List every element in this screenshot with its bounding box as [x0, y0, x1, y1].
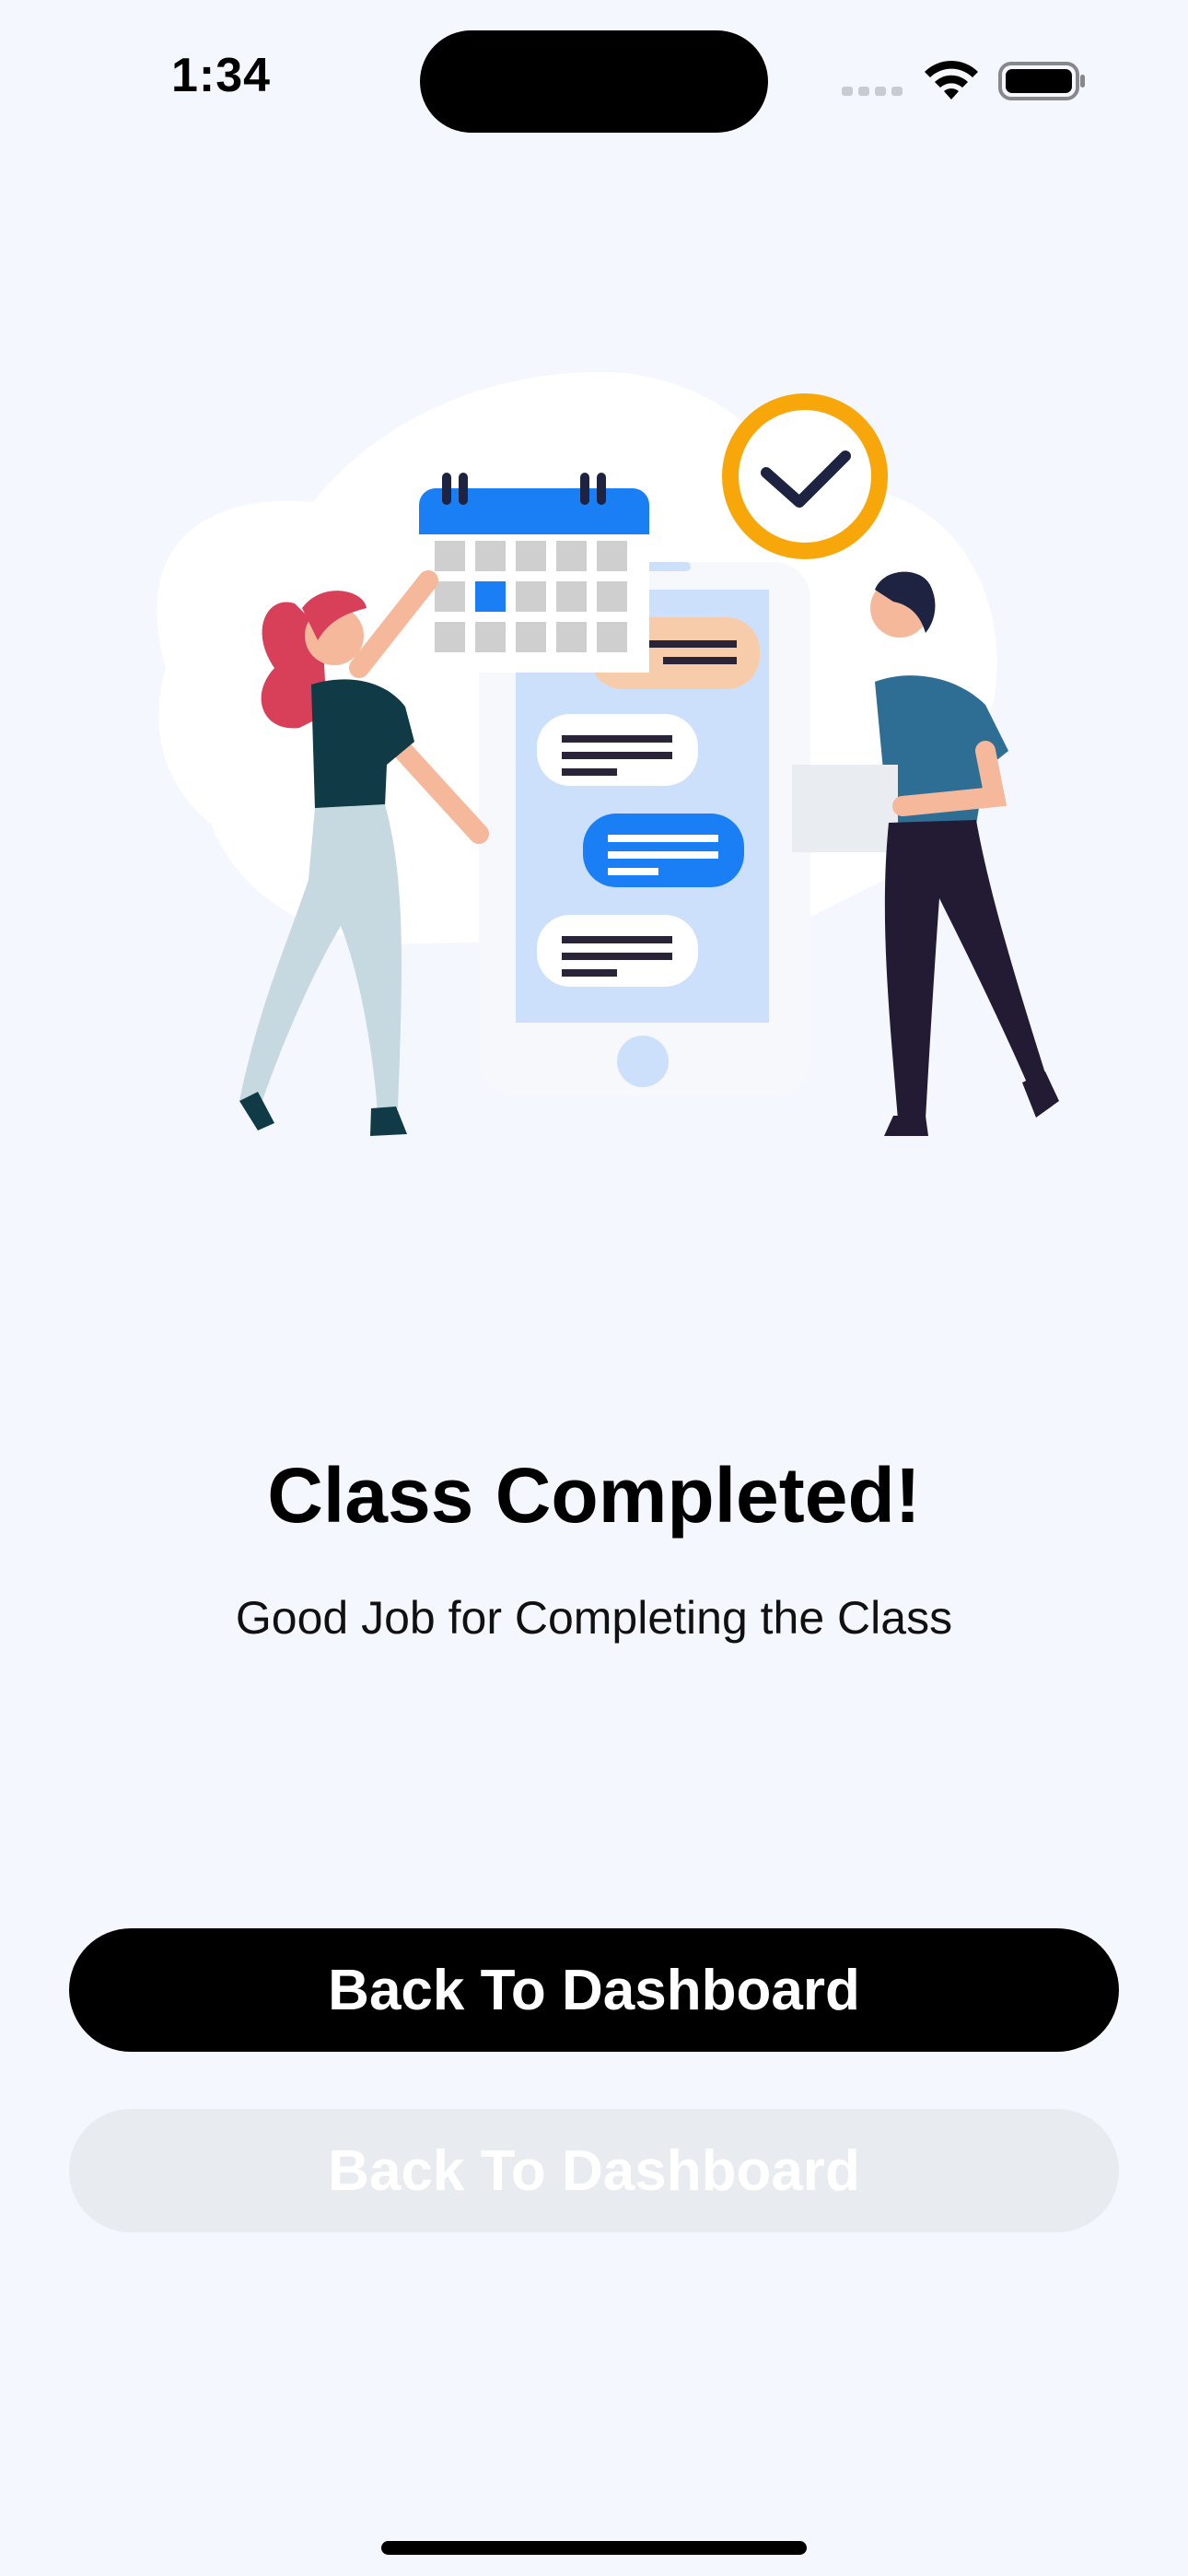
status-time: 1:34 [171, 49, 272, 102]
page-subtitle: Good Job for Completing the Class [235, 1592, 953, 1644]
page-title: Class Completed! [267, 1452, 921, 1539]
status-icons [840, 53, 1089, 109]
battery-icon [998, 62, 1085, 100]
class-completed-illustration [157, 371, 1059, 1136]
cellular-signal-icon [842, 87, 903, 96]
home-indicator [381, 2541, 807, 2555]
back-to-dashboard-secondary-button[interactable]: Back To Dashboard [69, 2109, 1119, 2232]
class-completed-screen: 1:34 Class Completed! Good Job for Compl… [0, 0, 1188, 2576]
wifi-icon [925, 60, 978, 100]
dynamic-island [420, 30, 768, 133]
back-to-dashboard-button[interactable]: Back To Dashboard [69, 1928, 1119, 2052]
